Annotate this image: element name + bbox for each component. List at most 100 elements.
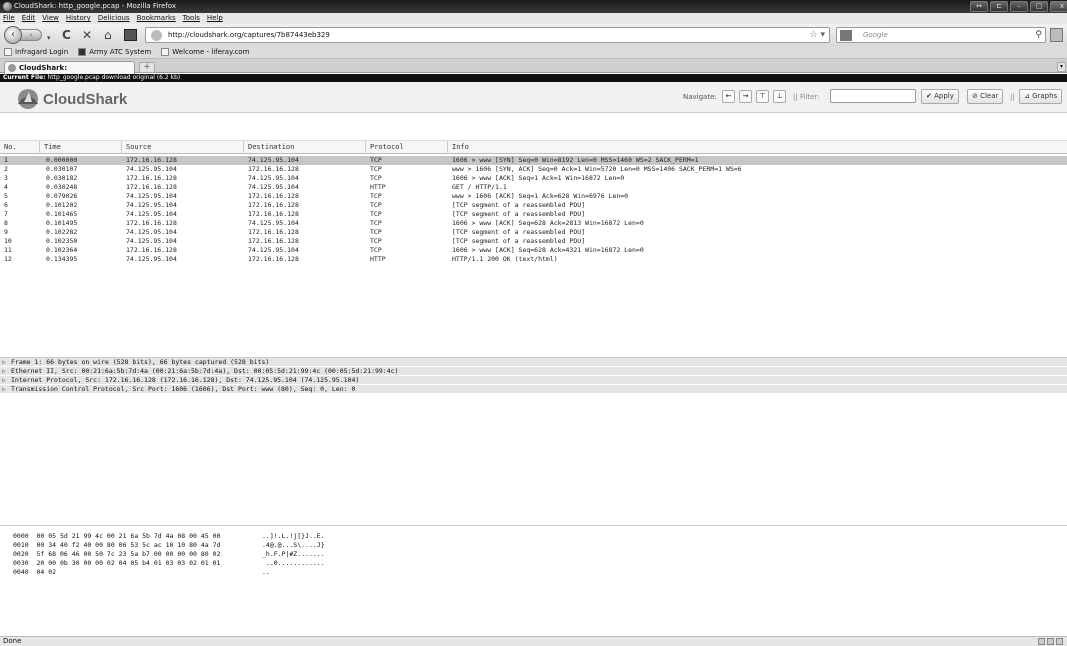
packet-row[interactable]: 2 0.030107 74.125.95.104 172.16.16.128 TCP ww… [0, 165, 1067, 174]
back-button[interactable]: ‹ [4, 26, 22, 44]
cell-destination: 172.16.16.128 [248, 210, 299, 218]
expand-triangle-icon[interactable]: ▷ [2, 385, 6, 394]
graphs-button[interactable]: ⊿ Graphs [1019, 89, 1063, 104]
packet-row[interactable]: 12 0.134395 74.125.95.104 172.16.16.128 HTTP… [0, 255, 1067, 264]
home-button[interactable]: ⌂ [104, 28, 112, 42]
packet-row[interactable]: 4 0.030248 172.16.16.128 74.125.95.104 HTTP G… [0, 183, 1067, 192]
packet-row[interactable]: 3 0.030182 172.16.16.128 74.125.95.104 TCP 16… [0, 174, 1067, 183]
bookmarks-toolbar: Infragard Login Army ATC System Welcome … [0, 46, 1067, 59]
cell-time: 0.102364 [46, 246, 78, 254]
url-bar[interactable]: http://cloudshark.org/captures/7b87443eb… [145, 27, 830, 43]
tab-list-icon[interactable]: ▾ [1057, 62, 1066, 72]
menu-edit[interactable]: Edit [22, 13, 36, 24]
hex-line: 0030 20 00 0b 30 00 00 02 04 05 b4 01 03… [13, 559, 221, 567]
mail-icon[interactable] [1056, 638, 1063, 645]
search-icon[interactable]: ⚲ [1035, 28, 1042, 42]
column-info[interactable]: Info [448, 141, 1067, 154]
bookmark-army-atc[interactable]: Army ATC System [78, 46, 151, 58]
packet-row[interactable]: 8 0.101495 172.16.16.128 74.125.95.104 TCP 16… [0, 219, 1067, 228]
nav-first-button[interactable]: ⊤ [756, 90, 769, 103]
cell-no: 1 [4, 156, 8, 164]
site-identity-icon[interactable] [151, 30, 162, 41]
filter-input[interactable] [830, 89, 916, 103]
delicious-icon[interactable] [124, 29, 137, 41]
bookmark-infragard[interactable]: Infragard Login [4, 46, 68, 58]
apply-button[interactable]: ✔ Apply [921, 89, 959, 104]
detail-frame[interactable]: ▷ Frame 1: 66 bytes on wire (528 bits), 6… [0, 358, 1067, 367]
cell-protocol: TCP [370, 156, 382, 164]
expand-triangle-icon[interactable]: ▷ [2, 367, 6, 376]
maximize-button[interactable]: □ [1030, 1, 1048, 12]
nav-last-button[interactable]: ⊥ [773, 90, 786, 103]
packet-row[interactable]: 9 0.102282 74.125.95.104 172.16.16.128 TCP [T… [0, 228, 1067, 237]
cell-time: 0.000000 [46, 156, 78, 164]
menu-view[interactable]: View [42, 13, 59, 24]
reload-button[interactable]: C [62, 28, 71, 42]
cell-no: 8 [4, 219, 8, 227]
packet-row[interactable]: 10 0.102350 74.125.95.104 172.16.16.128 TCP [… [0, 237, 1067, 246]
menu-file[interactable]: File [3, 13, 15, 24]
cell-protocol: TCP [370, 228, 382, 236]
original-link[interactable]: original (6.2 kb) [133, 74, 181, 81]
bookmark-star-icon[interactable]: ☆ ▾ [810, 28, 825, 42]
cell-info: [TCP segment of a reassembled PDU] [452, 228, 586, 236]
menu-help[interactable]: Help [207, 13, 223, 24]
detail-ethernet[interactable]: ▷ Ethernet II, Src: 00:21:6a:5b:7d:4a (00… [0, 367, 1067, 376]
current-file-name: http_google.pcap [47, 74, 100, 81]
search-bar[interactable]: Google ⚲ [836, 27, 1046, 43]
nav-prev-button[interactable]: ← [722, 90, 735, 103]
addon-icon[interactable] [1050, 28, 1063, 42]
navigate-label: Navigate: [683, 93, 717, 101]
bookmark-label: Infragard Login [15, 47, 69, 56]
detail-ip[interactable]: ▷ Internet Protocol, Src: 172.16.16.128 (… [0, 376, 1067, 385]
restore-icon[interactable]: ⊏ [990, 1, 1008, 12]
packet-row[interactable]: 7 0.101465 74.125.95.104 172.16.16.128 TCP [T… [0, 210, 1067, 219]
cell-no: 10 [4, 237, 12, 245]
search-engine-icon[interactable] [840, 30, 852, 41]
packet-row[interactable]: 1 0.000000 172.16.16.128 74.125.95.104 TCP 16… [0, 156, 1067, 165]
cell-protocol: TCP [370, 219, 382, 227]
menu-delicious[interactable]: Delicious [98, 13, 130, 24]
close-button[interactable]: x [1050, 1, 1067, 12]
cell-no: 11 [4, 246, 12, 254]
tab-cloudshark[interactable]: CloudShark: http_google.pcap [4, 61, 135, 84]
addon-bar-icon[interactable] [1038, 638, 1045, 645]
expand-triangle-icon[interactable]: ▷ [2, 358, 6, 367]
cell-info: 1606 > www [ACK] Seq=628 Ack=2813 Win=16… [452, 219, 644, 227]
page-icon [4, 48, 12, 56]
column-no[interactable]: No. [0, 141, 40, 154]
column-source[interactable]: Source [122, 141, 244, 154]
ascii-line: _h.F.P|#Z....... [262, 550, 325, 558]
menu-history[interactable]: History [66, 13, 91, 24]
menu-tools[interactable]: Tools [183, 13, 200, 24]
back-icon: ‹ [11, 29, 15, 40]
packet-row[interactable]: 6 0.101202 74.125.95.104 172.16.16.128 TCP [T… [0, 201, 1067, 210]
cell-destination: 74.125.95.104 [248, 246, 299, 254]
new-tab-button[interactable]: + [139, 62, 155, 73]
hex-line: 0000 00 05 5d 21 99 4c 00 21 6a 5b 7d 4a… [13, 532, 221, 540]
hex-line: 0020 5f 68 06 46 00 50 7c 23 5a b7 00 00… [13, 550, 221, 558]
download-link[interactable]: download [102, 74, 131, 81]
packet-row[interactable]: 11 0.102364 172.16.16.128 74.125.95.104 TCP 1… [0, 246, 1067, 255]
packet-row[interactable]: 5 0.079026 74.125.95.104 172.16.16.128 TCP ww… [0, 192, 1067, 201]
screen-icon[interactable] [1047, 638, 1054, 645]
navigation-toolbar: › ‹ ▾ C ✕ ⌂ http://cloudshark.org/captur… [0, 24, 1067, 46]
resize-icon[interactable]: ↔ [970, 1, 988, 12]
bookmark-liferay[interactable]: Welcome - liferay.com [161, 46, 249, 58]
minimize-button[interactable]: – [1010, 1, 1028, 12]
expand-triangle-icon[interactable]: ▷ [2, 376, 6, 385]
cell-info: 1606 > www [SYN] Seq=0 Win=8192 Len=0 MS… [452, 156, 699, 164]
cell-source: 172.16.16.128 [126, 183, 177, 191]
column-time[interactable]: Time [40, 141, 122, 154]
cell-no: 9 [4, 228, 8, 236]
nav-next-button[interactable]: → [739, 90, 752, 103]
history-dropdown-icon[interactable]: ▾ [47, 31, 51, 45]
stop-button[interactable]: ✕ [82, 28, 92, 42]
column-destination[interactable]: Destination [244, 141, 366, 154]
clear-button[interactable]: ⊘ Clear [967, 89, 1004, 104]
detail-tcp[interactable]: ▷ Transmission Control Protocol, Src Port… [0, 385, 1067, 394]
column-protocol[interactable]: Protocol [366, 141, 448, 154]
menu-bookmarks[interactable]: Bookmarks [137, 13, 176, 24]
forward-button[interactable]: › [20, 29, 42, 41]
cell-info: [TCP segment of a reassembled PDU] [452, 237, 586, 245]
